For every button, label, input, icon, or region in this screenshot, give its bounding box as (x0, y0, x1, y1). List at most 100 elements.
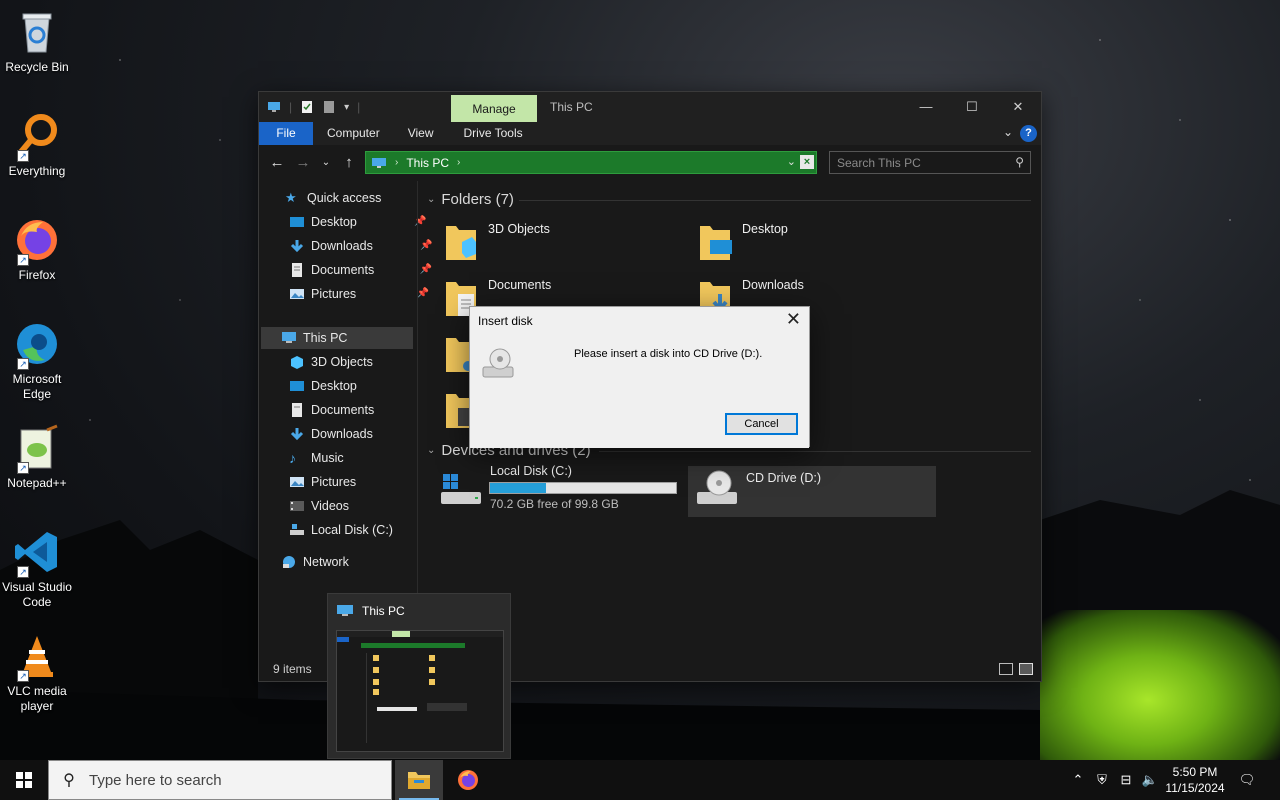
sidebar-item-network[interactable]: Network (281, 551, 349, 573)
sidebar-item-label: Pictures (311, 287, 357, 301)
sidebar-item-desktop-pc[interactable]: Desktop (289, 375, 357, 397)
wallpaper-tent (1040, 610, 1280, 760)
taskbar-thumbnail-preview[interactable]: This PC (327, 593, 511, 759)
customize-qat-icon[interactable]: ▾ (344, 102, 349, 113)
close-button[interactable]: ✕ (995, 92, 1041, 122)
taskbar-search-input[interactable] (89, 771, 379, 789)
collapse-chevron-icon[interactable]: ⌄ (427, 194, 435, 205)
tab-drive-tools[interactable]: Drive Tools (449, 122, 536, 145)
volume-icon[interactable]: 🔈 (1140, 760, 1160, 800)
breadcrumb-separator-icon[interactable]: › (457, 157, 460, 168)
collapse-chevron-icon[interactable]: ⌄ (427, 445, 435, 456)
breadcrumb[interactable]: This PC (406, 156, 449, 170)
search-box[interactable]: ⚲ (829, 151, 1031, 174)
cancel-button[interactable]: Cancel (725, 413, 798, 435)
expand-ribbon-icon[interactable]: ⌄ (1003, 125, 1013, 139)
forward-arrow-icon[interactable]: → (295, 154, 311, 172)
up-arrow-icon[interactable]: ↑ (341, 154, 357, 172)
search-icon: ⚲ (1015, 155, 1024, 169)
drive-tile-local-disk[interactable]: Local Disk (C:) 70.2 GB free of 99.8 GB (439, 464, 687, 516)
tab-view[interactable]: View (394, 122, 448, 145)
videos-icon (290, 501, 304, 511)
pane-divider[interactable] (417, 181, 418, 657)
folder-tile-3d-objects[interactable]: 3D Objects (439, 217, 685, 267)
desktop-icon-vscode[interactable]: ↗ Visual Studio Code (0, 528, 74, 610)
sidebar-item-desktop[interactable]: Desktop 📌 (289, 211, 427, 233)
large-icons-view-icon[interactable] (1019, 663, 1033, 675)
local-disk-icon (441, 474, 481, 504)
sidebar-item-label: Documents (311, 403, 375, 417)
notifications-icon[interactable]: 🗨 (1236, 760, 1258, 800)
desktop-folder-icon (700, 226, 732, 260)
new-folder-icon[interactable] (322, 100, 336, 114)
network-tray-icon[interactable]: ⊟ (1116, 760, 1136, 800)
group-header-folders[interactable]: ⌄ Folders (7) (427, 191, 514, 208)
disk-usage-bar (489, 482, 677, 494)
address-dropdown-icon[interactable]: ⌄ (787, 155, 796, 168)
minimize-button[interactable]: — (903, 92, 949, 122)
recycle-bin-icon (13, 8, 61, 56)
recent-locations-icon[interactable]: ⌄ (321, 154, 331, 172)
sidebar-item-downloads-pc[interactable]: Downloads (289, 423, 373, 445)
3d-objects-icon (291, 356, 303, 369)
search-input[interactable] (830, 152, 1000, 173)
drive-free-space: 70.2 GB free of 99.8 GB (490, 497, 619, 511)
sidebar-item-local-disk[interactable]: Local Disk (C:) (289, 519, 393, 541)
sidebar-item-documents-pc[interactable]: Documents (289, 399, 374, 421)
sidebar-item-label: Quick access (307, 191, 382, 205)
desktop-icon-label: Microsoft Edge (12, 372, 62, 401)
desktop-icon-notepadpp[interactable]: ↗ Notepad++ (0, 424, 74, 491)
show-hidden-icons-chevron[interactable]: ⌃ (1068, 760, 1088, 800)
desktop-icon-firefox[interactable]: ↗ Firefox (0, 216, 74, 283)
desktop-icon-everything[interactable]: ↗ Everything (0, 112, 74, 179)
taskbar-firefox[interactable] (444, 760, 492, 800)
sidebar-item-downloads[interactable]: Downloads 📌 (289, 235, 433, 257)
maximize-button[interactable]: ☐ (949, 92, 995, 122)
desktop-icon-recycle-bin[interactable]: Recycle Bin (0, 8, 74, 75)
sidebar-item-label: Videos (311, 499, 349, 513)
details-view-icon[interactable] (999, 663, 1013, 675)
item-count: 9 items (273, 662, 312, 676)
taskbar-file-explorer[interactable] (395, 760, 443, 800)
sidebar-item-this-pc[interactable]: This PC (281, 327, 347, 349)
this-pc-icon (337, 605, 353, 616)
help-icon[interactable]: ? (1020, 125, 1037, 142)
sidebar-item-documents[interactable]: Documents 📌 (289, 259, 432, 281)
tab-file[interactable]: File (259, 122, 313, 145)
start-button[interactable] (0, 760, 48, 800)
desktop-icon-label: Visual Studio Code (2, 580, 72, 609)
sidebar-item-label: This PC (303, 331, 348, 345)
security-tray-icon[interactable]: ⛨ (1092, 760, 1112, 800)
sidebar-item-music[interactable]: ♪ Music (289, 447, 344, 469)
title-bar[interactable]: | ▾ | Manage This PC — ☐ ✕ (259, 92, 1041, 122)
drive-tile-cd-drive[interactable]: CD Drive (D:) (695, 466, 935, 516)
network-icon (283, 556, 295, 568)
sidebar-item-pictures[interactable]: Pictures 📌 (289, 283, 429, 305)
folder-tile-desktop[interactable]: Desktop (693, 217, 939, 267)
downloads-icon (290, 240, 304, 253)
breadcrumb-separator-icon[interactable]: › (395, 157, 398, 168)
desktop-icon-edge[interactable]: ↗ Microsoft Edge (0, 320, 74, 402)
sidebar-item-3d-objects[interactable]: 3D Objects (289, 351, 373, 373)
ribbon-tabs: File Computer View Drive Tools ⌄ ? (259, 122, 1041, 145)
vlc-icon: ↗ (13, 632, 61, 682)
pictures-icon (290, 477, 304, 487)
music-note-icon: ♪ (289, 450, 296, 466)
desktop-icon-vlc[interactable]: ↗ VLC media player (0, 632, 74, 714)
clear-address-icon[interactable]: × (800, 155, 814, 169)
address-row: ← → ⌄ ↑ › This PC › ⌄ × ⚲ (259, 145, 1041, 181)
address-bar[interactable]: › This PC › ⌄ × (365, 151, 817, 174)
back-arrow-icon[interactable]: ← (269, 154, 285, 172)
clock-time: 5:50 PM (1172, 765, 1218, 779)
sidebar-item-quick-access[interactable]: ★ Quick access (285, 187, 381, 209)
desktop-icon-label: Notepad++ (7, 476, 67, 490)
clock[interactable]: 5:50 PM 11/15/2024 (1160, 764, 1230, 796)
properties-icon[interactable] (300, 100, 314, 114)
sidebar-item-videos[interactable]: Videos (289, 495, 349, 517)
dialog-close-icon[interactable]: ✕ (786, 309, 801, 330)
sidebar-item-pictures-pc[interactable]: Pictures (289, 471, 356, 493)
tab-computer[interactable]: Computer (313, 122, 394, 145)
tab-manage[interactable]: Manage (451, 95, 537, 122)
desktop-folder-icon (290, 381, 304, 391)
taskbar-search-box[interactable]: ⚲ (48, 760, 392, 800)
